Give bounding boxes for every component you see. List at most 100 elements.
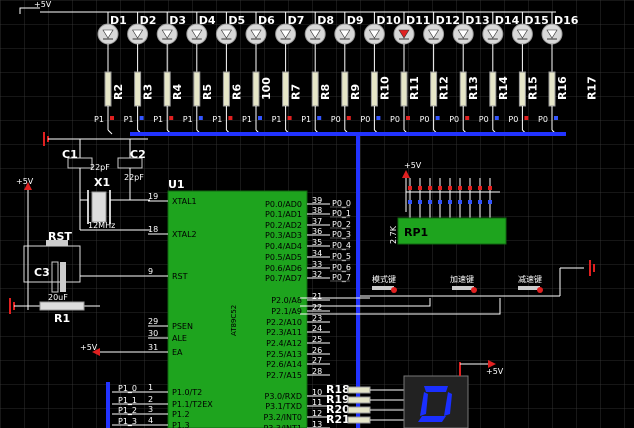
mcu-right-pin-name: P3.0/RXD — [265, 392, 302, 401]
led-label: D11 — [406, 14, 430, 27]
led-label: D16 — [554, 14, 579, 27]
led-label: D10 — [376, 14, 401, 27]
resistor-label: R5 — [201, 84, 214, 100]
mcu-right-pin-number: 34 — [312, 249, 322, 258]
mcu-right-pin-number: 10 — [312, 388, 322, 397]
led-label: D6 — [258, 14, 275, 27]
mcu-right-pin-number: 11 — [312, 398, 322, 407]
led-label: D1 — [110, 14, 127, 27]
led-label: D14 — [495, 14, 520, 27]
r1-ref: R1 — [54, 312, 70, 325]
mcu-right-pin-name: P0.0/AD0 — [265, 200, 302, 209]
c3-value: 20uF — [48, 293, 68, 302]
resistor-label: 100 — [260, 77, 273, 100]
mcu-left-pin-name: RST — [172, 272, 188, 281]
led-label: D2 — [140, 14, 157, 27]
mcu-right-pin-number: 38 — [312, 206, 322, 215]
mcu-right-pin-name: P2.6/A14 — [266, 360, 302, 369]
mcu-right-pin-number: 23 — [312, 314, 322, 323]
resistor-label: R15 — [526, 76, 539, 100]
resistor-body — [430, 71, 438, 107]
c1-ref: C1 — [62, 148, 78, 161]
resistor-label: R16 — [556, 76, 569, 100]
bus-tap-label: P0 — [479, 115, 489, 124]
resistor-body — [282, 71, 290, 107]
mcu-right-pin-name: P3.1/TXD — [265, 402, 302, 411]
x1-ref: X1 — [94, 176, 110, 189]
mode-key-label: 模式键 — [372, 274, 396, 284]
mcu-right-pin-number: 25 — [312, 335, 322, 344]
c2-ref: C2 — [130, 148, 146, 161]
resistor-body — [311, 71, 319, 107]
mcu-right-pin-name: P0.2/AD2 — [265, 221, 302, 230]
bus-tap-label: P0 — [538, 115, 548, 124]
mcu-right-pin-name: P2.3/A11 — [266, 328, 302, 337]
mcu-right-pin-number: 26 — [312, 346, 322, 355]
reset-button-label: RST — [48, 230, 72, 243]
bus-tap-label: P1 — [153, 115, 163, 124]
led-label: D15 — [524, 14, 548, 27]
resistor-body — [341, 71, 349, 107]
resistor-body — [548, 71, 556, 107]
bus-tap-label: P0 — [331, 115, 341, 124]
mcu-right-pin-name: P2.4/A12 — [266, 339, 302, 348]
mcu-right-pin-name: P0.3/AD3 — [265, 231, 302, 240]
resistor-label: R2 — [112, 84, 125, 100]
bus-tap-label: P1 — [183, 115, 193, 124]
mcu-left-pin-name: XTAL1 — [172, 197, 197, 206]
mcu-left-pin-name: EA — [172, 348, 183, 357]
led-label: D7 — [288, 14, 305, 27]
resistor-body — [400, 71, 408, 107]
vcc-label-top: +5V — [34, 0, 52, 9]
mcu-left-pin-number: 3 — [148, 405, 153, 414]
resistor-label: R14 — [497, 76, 510, 100]
resistor-body — [163, 71, 171, 107]
mcu-ref: U1 — [168, 178, 185, 191]
mcu-left-pin-number: 18 — [148, 225, 158, 234]
mcu-right-pin-number: 28 — [312, 367, 322, 376]
mcu-left-pin-number: 29 — [148, 317, 158, 326]
mcu-left-pin-number: 30 — [148, 329, 158, 338]
mcu-right-pin-name: P2.1/A9 — [271, 307, 302, 316]
mcu-left-pin-name: P1.2 — [172, 410, 190, 419]
resistor-label: R6 — [230, 84, 243, 100]
resistor-label: R13 — [467, 76, 480, 100]
vcc-label-seg: +5V — [486, 367, 504, 376]
bus-tap-label: P1 — [212, 115, 222, 124]
mcu-right-pin-number: 27 — [312, 356, 322, 365]
mcu-left-pin-number: 19 — [148, 192, 158, 201]
bus-tap-label: P0 — [449, 115, 459, 124]
c2-value: 22pF — [124, 173, 144, 182]
speed-down-key-label: 减速键 — [518, 274, 542, 284]
mcu-left-pin-name: PSEN — [172, 322, 193, 331]
mcu-left-pin-number: 31 — [148, 343, 158, 352]
bus-tap-label: P0 — [360, 115, 370, 124]
segment-resistor-label: R21 — [326, 413, 350, 426]
mcu-right-pin-name: P3.2/INT0 — [263, 413, 302, 422]
mcu-left-pin-name: ALE — [172, 334, 187, 343]
resistor-label: R10 — [378, 76, 391, 100]
mcu-left-pin-name: XTAL2 — [172, 230, 197, 239]
bus-tap-label: P0 — [508, 115, 518, 124]
mcu-right-pin-name: P2.2/A10 — [266, 318, 302, 327]
mcu-right-pin-name: P2.5/A13 — [266, 350, 302, 359]
mcu-left-pin-number: 1 — [148, 383, 153, 392]
led-label: D9 — [347, 14, 364, 27]
resistor-label: R12 — [438, 76, 451, 100]
mcu-right-pin-number: 36 — [312, 227, 322, 236]
resistor-label: R7 — [290, 84, 303, 100]
resistor-label: R11 — [408, 76, 421, 100]
speed-up-key-label: 加速键 — [450, 274, 474, 284]
mcu-part-number: AT89C52 — [230, 305, 238, 336]
bus-tap-label: P1 — [94, 115, 104, 124]
mcu-right-pin-name: P0.7/AD7 — [265, 274, 302, 283]
resistor-body — [104, 71, 112, 107]
resistor-body — [370, 71, 378, 107]
mcu-right-pin-number: 21 — [312, 292, 322, 301]
mcu-right-pin-name: P3.3/INT1 — [263, 424, 302, 428]
led-label: D8 — [317, 14, 334, 27]
mcu-left-pin-name: P1.0/T2 — [172, 388, 202, 397]
rp1-value: 2.7K — [389, 225, 398, 244]
resistor-label: R3 — [142, 84, 155, 100]
vcc-label-reset: +5V — [16, 177, 34, 186]
